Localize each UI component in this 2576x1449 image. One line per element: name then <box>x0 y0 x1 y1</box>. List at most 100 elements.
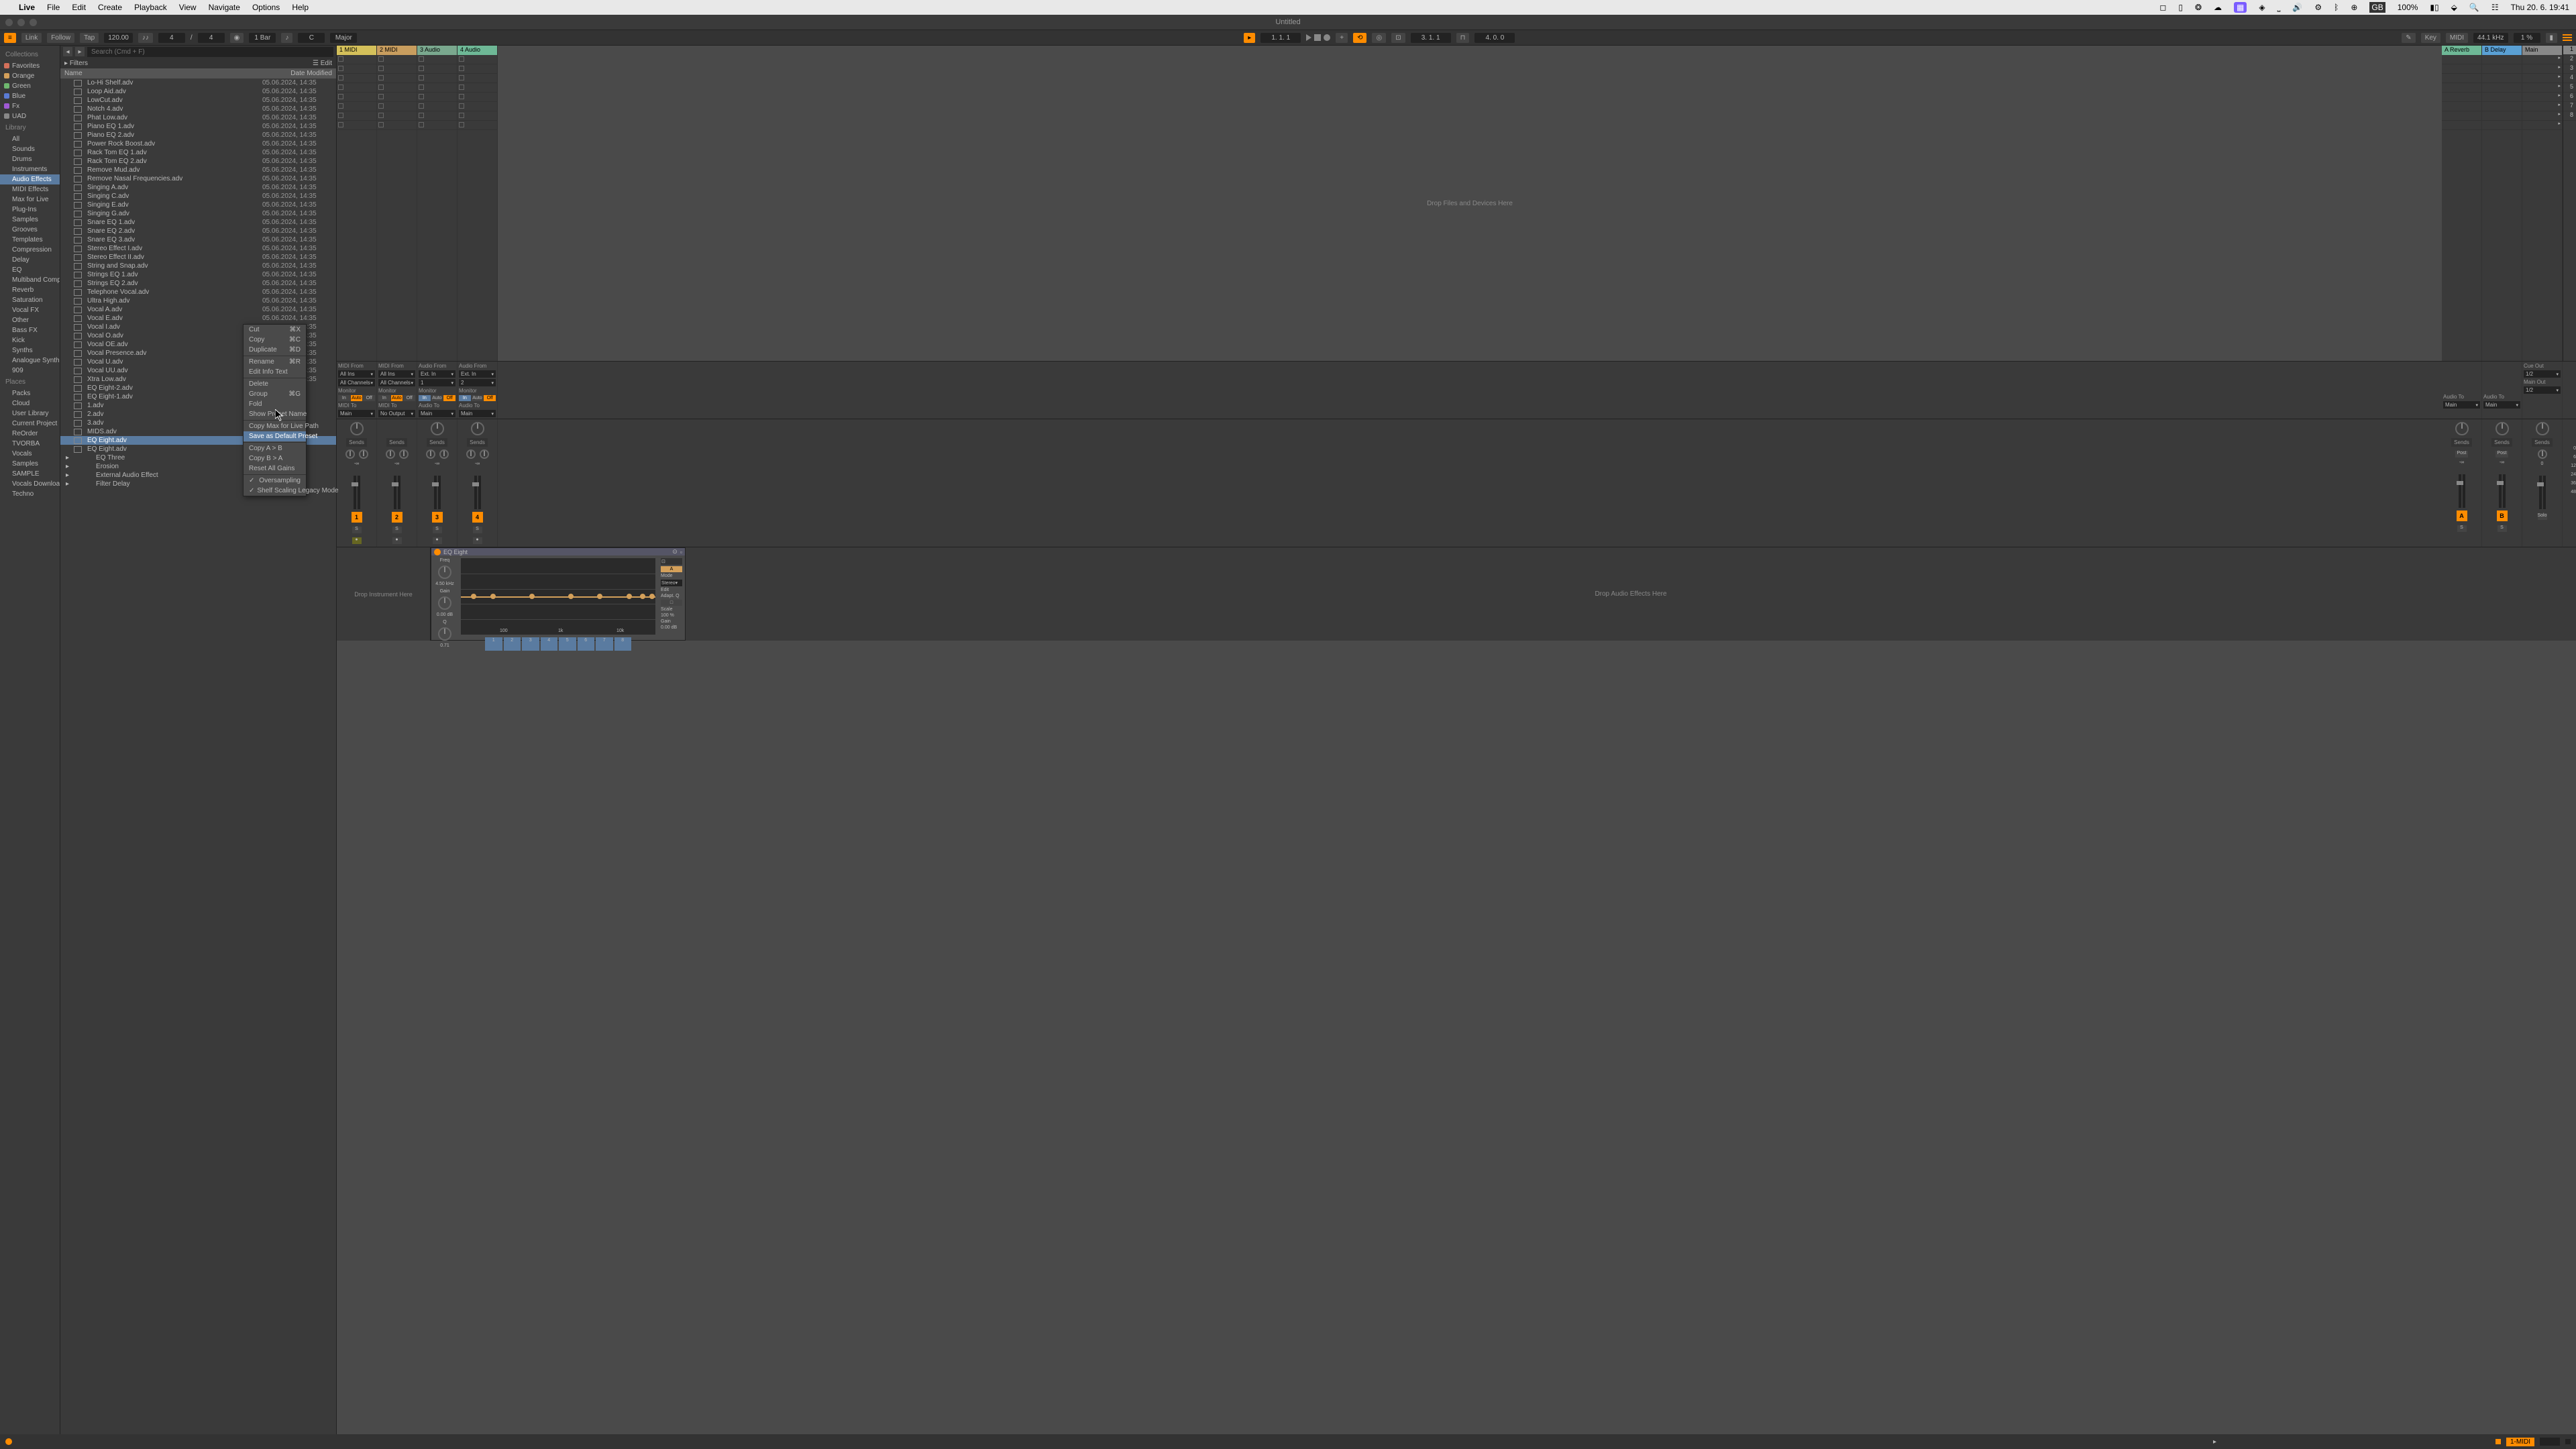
volume-fader[interactable] <box>2499 474 2502 508</box>
browser-row[interactable]: Ultra High.adv05.06.2024, 14:35 <box>60 297 336 305</box>
clip-slot[interactable] <box>377 121 417 130</box>
return-b[interactable]: B Delay <box>2482 46 2522 361</box>
device-power[interactable] <box>434 549 441 555</box>
menu-help[interactable]: Help <box>292 3 309 12</box>
clip-slot[interactable] <box>337 64 376 74</box>
scene-number[interactable]: 5 <box>2563 83 2576 93</box>
context-item[interactable]: Reset All Gains <box>244 464 306 474</box>
collection-item[interactable]: Orange <box>0 71 60 81</box>
link-button[interactable]: Link <box>21 33 42 43</box>
cue-out[interactable]: 1/2 <box>2524 370 2561 378</box>
eq-node-6[interactable] <box>627 594 632 599</box>
clip-slot[interactable] <box>377 93 417 102</box>
clip-slot[interactable] <box>2482 83 2522 93</box>
input-type[interactable]: Ext. In <box>459 370 496 378</box>
input-type[interactable]: All Ins <box>338 370 375 378</box>
clip-slot[interactable] <box>337 83 376 93</box>
clip-slot[interactable] <box>458 55 497 64</box>
context-item[interactable]: Duplicate⌘D <box>244 345 306 355</box>
clip-slot[interactable] <box>2482 74 2522 83</box>
stop-button[interactable] <box>419 85 424 90</box>
clip-slot[interactable] <box>2482 55 2522 64</box>
stop-button[interactable] <box>459 66 464 71</box>
browser-list[interactable]: Lo-Hi Shelf.adv05.06.2024, 14:35Loop Aid… <box>60 78 336 1434</box>
collection-item[interactable]: UAD <box>0 111 60 121</box>
place-item[interactable]: TVORBA <box>0 439 60 449</box>
track-1-midi[interactable]: 1 MIDI <box>337 46 377 361</box>
send-b-knob[interactable] <box>439 449 449 459</box>
browser-row[interactable]: Telephone Vocal.adv05.06.2024, 14:35 <box>60 288 336 297</box>
gain-knob[interactable] <box>438 596 451 610</box>
stop-button[interactable] <box>338 94 343 99</box>
clip-slot[interactable] <box>337 121 376 130</box>
collection-item[interactable]: Green <box>0 81 60 91</box>
browser-row[interactable]: Phat Low.adv05.06.2024, 14:35 <box>60 113 336 122</box>
clip-slot[interactable] <box>417 55 457 64</box>
midi-map[interactable]: MIDI <box>2446 33 2468 43</box>
library-item[interactable]: Plug-Ins <box>0 205 60 215</box>
volume-fader[interactable] <box>474 476 477 509</box>
scale-toggle[interactable]: ♪ <box>281 33 292 43</box>
key-map[interactable]: Key <box>2421 33 2440 43</box>
scene-number[interactable]: 1 <box>2563 46 2576 55</box>
loop-toggle[interactable]: ⊓ <box>1456 33 1470 43</box>
sig-num[interactable]: 4 <box>158 33 185 43</box>
browser-row[interactable]: Strings EQ 2.adv05.06.2024, 14:35 <box>60 279 336 288</box>
stop-button[interactable] <box>338 75 343 80</box>
track-activator[interactable]: A <box>2457 511 2467 521</box>
browser-row[interactable]: Stereo Effect I.adv05.06.2024, 14:35 <box>60 244 336 253</box>
clip-slot[interactable] <box>2442 111 2481 121</box>
stop-button[interactable] <box>378 56 384 62</box>
eq-node-3[interactable] <box>529 594 535 599</box>
library-item[interactable]: Templates <box>0 235 60 245</box>
browser-row[interactable]: Snare EQ 1.adv05.06.2024, 14:35 <box>60 218 336 227</box>
clip-slot[interactable] <box>2442 83 2481 93</box>
stop-button[interactable] <box>419 113 424 118</box>
stop-button[interactable] <box>459 94 464 99</box>
track-header[interactable]: 4 Audio <box>458 46 497 55</box>
clip-slot[interactable] <box>458 83 497 93</box>
browser-row[interactable]: Rack Tom EQ 2.adv05.06.2024, 14:35 <box>60 157 336 166</box>
sig-den[interactable]: 4 <box>198 33 225 43</box>
eq-band-button[interactable]: 4 <box>541 637 558 651</box>
monitor-off[interactable]: Off <box>443 395 455 401</box>
clip-slot[interactable]: ▸ <box>2522 111 2562 121</box>
scene-number[interactable]: 8 <box>2563 111 2576 121</box>
clip-slot[interactable] <box>2482 102 2522 111</box>
clip-slot[interactable] <box>337 74 376 83</box>
status-icon[interactable]: ⚙ <box>2314 3 2322 12</box>
track-activator[interactable]: B <box>2497 511 2508 521</box>
clip-slot[interactable] <box>458 64 497 74</box>
browser-row[interactable]: Notch 4.adv05.06.2024, 14:35 <box>60 105 336 113</box>
clip-slot[interactable]: ▸ <box>2522 121 2562 130</box>
monitor-auto[interactable]: Auto <box>391 395 403 401</box>
library-item[interactable]: Kick <box>0 335 60 345</box>
clip-slot[interactable] <box>337 93 376 102</box>
pan-knob[interactable] <box>350 422 364 435</box>
stop-button[interactable] <box>419 56 424 62</box>
nav-forward-icon[interactable]: ▸ <box>2213 1438 2216 1446</box>
context-item[interactable]: Rename⌘R <box>244 357 306 367</box>
loop-length[interactable]: 4. 0. 0 <box>1474 33 1515 43</box>
stop-button[interactable] <box>378 66 384 71</box>
eq-band-button[interactable]: 8 <box>614 637 632 651</box>
place-item[interactable]: SAMPLE <box>0 469 60 479</box>
return-a[interactable]: A Reverb <box>2442 46 2482 361</box>
volume-fader[interactable] <box>354 476 356 509</box>
stop-button[interactable] <box>338 113 343 118</box>
monitor-in[interactable]: In <box>378 395 390 401</box>
clip-slot[interactable] <box>2442 55 2481 64</box>
library-item[interactable]: Reverb <box>0 285 60 295</box>
library-item[interactable]: Analogue Synths <box>0 356 60 366</box>
clip-slot[interactable] <box>377 64 417 74</box>
browser-row[interactable]: Singing A.adv05.06.2024, 14:35 <box>60 183 336 192</box>
automation-arm[interactable]: ⟲ <box>1353 33 1366 43</box>
browser-row[interactable]: String and Snap.adv05.06.2024, 14:35 <box>60 262 336 270</box>
freq-knob[interactable] <box>438 566 451 579</box>
place-item[interactable]: Techno <box>0 489 60 499</box>
eq-band-button[interactable]: 2 <box>504 637 521 651</box>
clip-slot[interactable] <box>2482 121 2522 130</box>
library-item[interactable]: 909 <box>0 366 60 376</box>
send-a-knob[interactable] <box>386 449 395 459</box>
place-item[interactable]: User Library <box>0 409 60 419</box>
